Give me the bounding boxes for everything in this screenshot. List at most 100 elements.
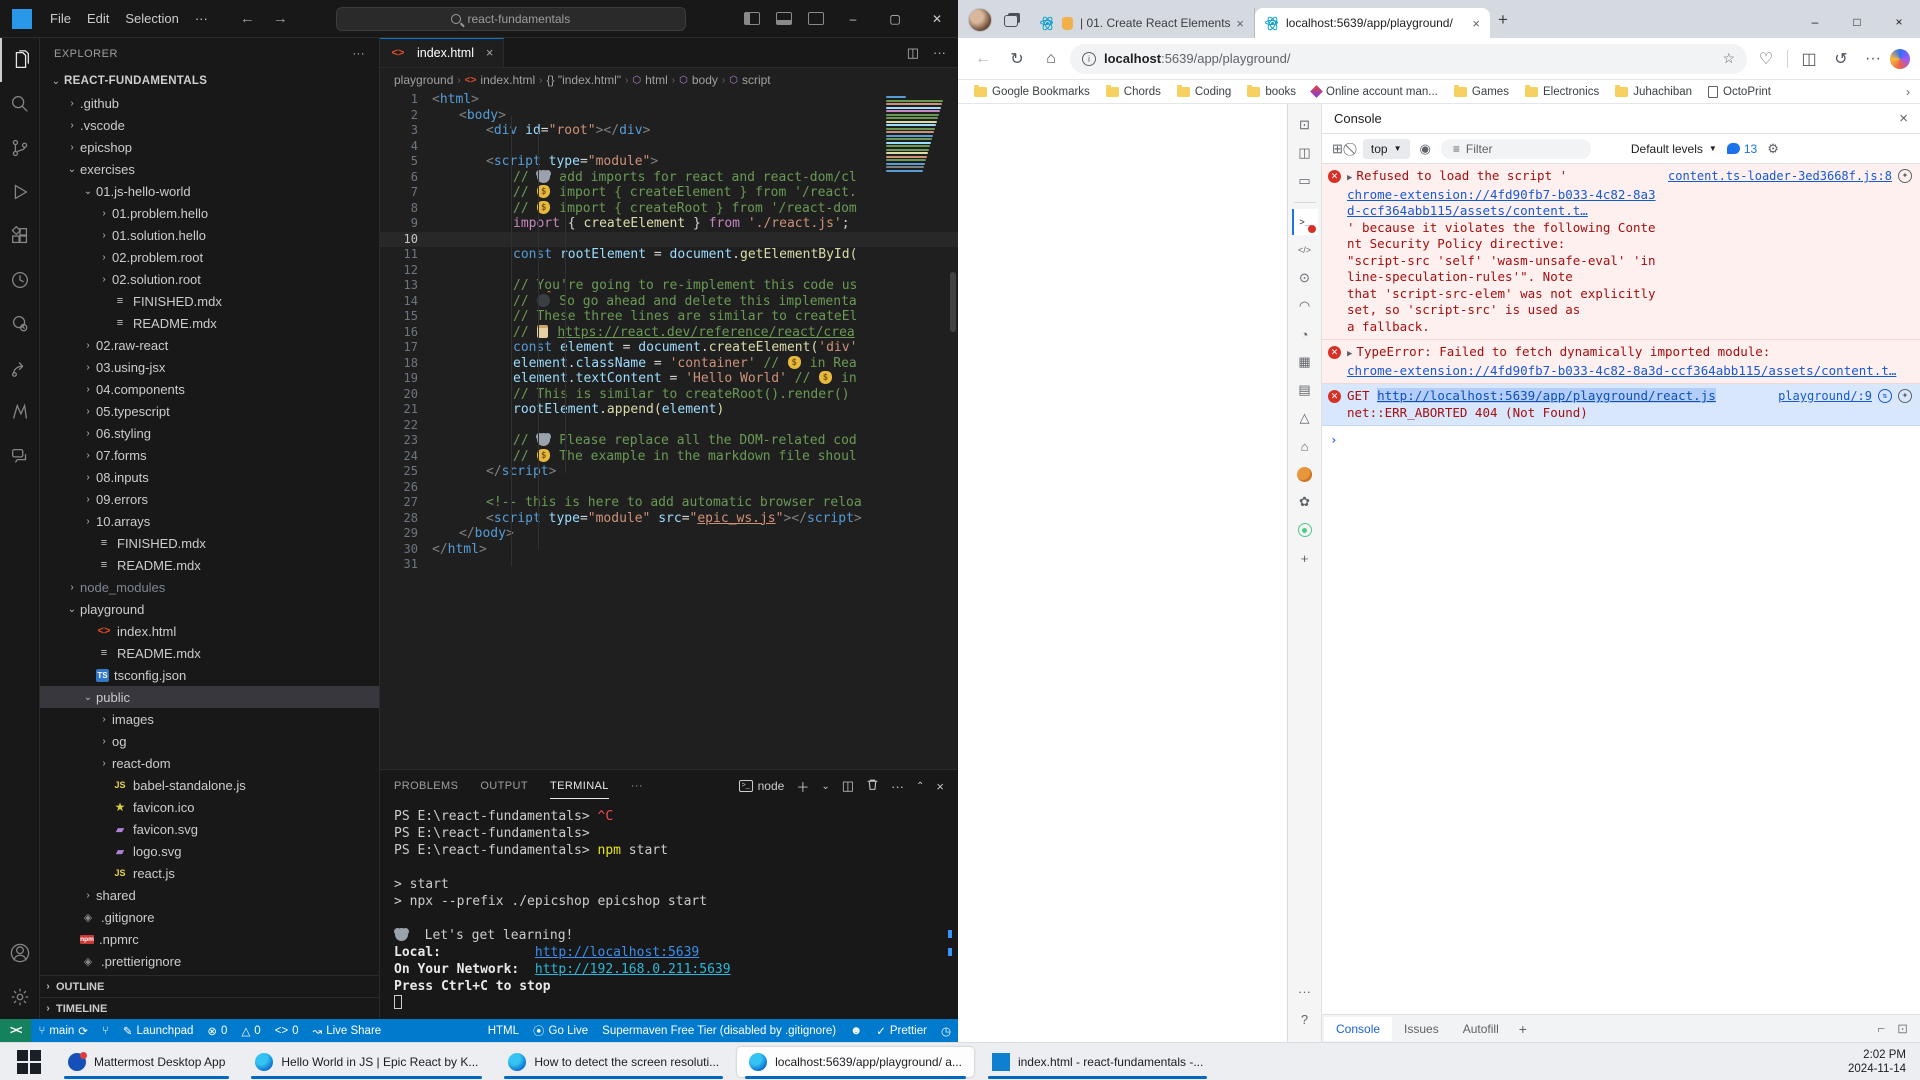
account-icon[interactable] [0, 931, 40, 975]
nav-forward-icon[interactable]: → [273, 10, 288, 27]
tree-file--prettierignore[interactable]: ◈.prettierignore [40, 950, 379, 972]
toggle-panel-icon[interactable] [776, 12, 792, 25]
browser-maximize-button[interactable]: □ [1836, 6, 1878, 38]
message-count[interactable]: 13 [1727, 142, 1757, 156]
devtools-performance-icon[interactable]: ◔ [1292, 321, 1318, 347]
tree-folder-10-arrays[interactable]: ›10.arrays [40, 510, 379, 532]
devtools-debugger-icon[interactable]: ⊙ [1292, 265, 1318, 291]
network-request-icon[interactable]: ⇅ [1878, 389, 1892, 403]
devtools-lighthouse-icon[interactable]: △ [1292, 405, 1318, 431]
tree-folder-09-errors[interactable]: ›09.errors [40, 488, 379, 510]
menu-more[interactable]: ··· [187, 7, 216, 30]
source-link[interactable]: content.ts-loader-3ed3668f.js:8 [1668, 169, 1892, 183]
tree-folder-epicshop[interactable]: ›epicshop [40, 136, 379, 158]
comments-icon[interactable] [0, 434, 40, 478]
browser-refresh-icon[interactable]: ↻ [1002, 44, 1032, 74]
breadcrumb-item-4[interactable]: ⬡html [632, 73, 667, 87]
tree-folder-01-solution-hello[interactable]: ›01.solution.hello [40, 224, 379, 246]
split-editor-icon[interactable]: ◫ [907, 45, 919, 61]
bookmark-games[interactable]: Games [1448, 86, 1515, 98]
tree-file-tsconfig-json[interactable]: TStsconfig.json [40, 664, 379, 686]
start-button[interactable] [16, 1049, 42, 1075]
devtools-inspect-icon[interactable]: ⊡ [1292, 112, 1318, 138]
tree-file-finished-mdx[interactable]: ≡FINISHED.mdx [40, 290, 379, 312]
address-bar[interactable]: i localhost:5639/app/playground/ ☆ [1070, 44, 1747, 74]
vscode-close-button[interactable]: ✕ [916, 0, 958, 38]
section-timeline[interactable]: ›TIMELINE [40, 997, 379, 1019]
breadcrumb[interactable]: playground›<>index.html›{} "index.html"›… [380, 68, 958, 92]
devtools-sources-icon[interactable]: </> [1292, 237, 1318, 263]
breadcrumb-item-5[interactable]: ⬡body [679, 73, 718, 87]
browser-minimize-button[interactable]: – [1794, 6, 1836, 38]
tree-folder-shared[interactable]: ›shared [40, 884, 379, 906]
code-editor[interactable]: 1<html>2<body>3<div id="root"></div>45<s… [380, 92, 958, 769]
taskbar-clock[interactable]: 2:02 PM 2024-11-14 [1848, 1048, 1920, 1076]
source-control-icon[interactable] [0, 126, 40, 170]
live-expression-icon[interactable]: ◉ [1420, 141, 1431, 157]
breadcrumb-item-2[interactable]: <>index.html [465, 73, 535, 87]
tree-file-finished-mdx[interactable]: ≡FINISHED.mdx [40, 532, 379, 554]
extensions-icon[interactable] [0, 214, 40, 258]
console-prompt[interactable]: › [1322, 426, 1920, 453]
testing-icon[interactable] [0, 258, 40, 302]
kill-terminal-icon[interactable] [866, 778, 879, 794]
copilot-icon[interactable] [1890, 49, 1910, 69]
devtools-memory-icon[interactable]: ▦ [1292, 349, 1318, 375]
status-go-live[interactable]: ⦿Go Live [526, 1023, 595, 1039]
devtools-help-icon[interactable]: ? [1292, 1006, 1318, 1032]
tree-file-readme-mdx[interactable]: ≡README.mdx [40, 312, 379, 334]
tree-folder-05-typescript[interactable]: ›05.typescript [40, 400, 379, 422]
source-link[interactable]: playground/:9 [1778, 389, 1872, 403]
devtools-application-icon[interactable]: ▤ [1292, 377, 1318, 403]
tree-folder-public[interactable]: ⌄public [40, 686, 379, 708]
split-terminal-icon[interactable]: ◫ [842, 778, 854, 794]
taskbar-button-4[interactable]: localhost:5639/app/playground/ a... [737, 1047, 974, 1077]
devtools-extension-icon[interactable]: ✿ [1292, 489, 1318, 515]
tree-folder--vscode[interactable]: ›.vscode [40, 114, 379, 136]
tree-folder-01-problem-hello[interactable]: ›01.problem.hello [40, 202, 379, 224]
tree-folder-playground[interactable]: ⌄playground [40, 598, 379, 620]
panel-tab-output[interactable]: OUTPUT [480, 774, 528, 799]
explorer-more-icon[interactable]: ··· [353, 48, 366, 60]
devtools-close-icon[interactable]: × [1899, 110, 1908, 127]
tree-file-logo-svg[interactable]: ▰logo.svg [40, 840, 379, 862]
bookmark-books[interactable]: books [1241, 86, 1302, 98]
browser-essentials-icon[interactable]: ♡ [1751, 44, 1781, 74]
copilot-explain-icon[interactable]: ✦ [1898, 169, 1912, 183]
devtools-console-icon[interactable]: >_ [1292, 209, 1318, 235]
terminal-shell-label[interactable]: >_ node [739, 779, 785, 793]
menu-edit[interactable]: Edit [79, 7, 117, 30]
tree-folder-react-dom[interactable]: ›react-dom [40, 752, 379, 774]
menu-file[interactable]: File [42, 7, 79, 30]
devtools-network-icon[interactable]: ◠ [1292, 293, 1318, 319]
console-message-3[interactable]: ✕GET http://localhost:5639/app/playgroun… [1322, 384, 1920, 426]
console-filter-input[interactable]: ≡ Filter [1441, 139, 1591, 159]
history-icon[interactable]: ↺ [1826, 44, 1856, 74]
tab-close-icon[interactable]: × [1472, 16, 1480, 31]
breadcrumb-item-1[interactable]: playground [394, 73, 453, 87]
split-screen-icon[interactable]: ◫ [1794, 44, 1824, 74]
tree-folder-04-components[interactable]: ›04.components [40, 378, 379, 400]
search-icon[interactable] [0, 82, 40, 126]
webpage-viewport[interactable] [958, 104, 1288, 1042]
status-0[interactable]: △0 [234, 1024, 267, 1038]
panel-more-icon[interactable]: ··· [631, 774, 643, 798]
tree-folder-03-using-jsx[interactable]: ›03.using-jsx [40, 356, 379, 378]
bookmark-electronics[interactable]: Electronics [1519, 86, 1605, 98]
bookmark-online-account-man-[interactable]: Online account man... [1306, 86, 1444, 98]
status-branch2[interactable]: ⑂ [95, 1024, 116, 1038]
browser-tab-2[interactable]: localhost:5639/app/playground/× [1255, 8, 1490, 38]
status-main[interactable]: ⑂main⟳ [31, 1024, 94, 1038]
drawer-tab-autofill[interactable]: Autofill [1451, 1017, 1511, 1041]
context-selector[interactable]: top▼ [1363, 139, 1410, 159]
editor-scrollbar[interactable] [948, 92, 958, 769]
workspaces-icon[interactable] [1004, 15, 1018, 27]
log-levels-dropdown[interactable]: Default levels▼ [1631, 142, 1717, 156]
menu-selection[interactable]: Selection [117, 7, 186, 30]
vscode-maximize-button[interactable]: ▢ [874, 0, 916, 38]
console-message-1[interactable]: ✕▶Refused to load the script 'chrome-ext… [1322, 164, 1920, 340]
panel-tab-terminal[interactable]: TERMINAL [550, 774, 609, 799]
drawer-tab-issues[interactable]: Issues [1392, 1017, 1451, 1041]
close-panel-icon[interactable]: × [936, 779, 944, 794]
bookmark-chords[interactable]: Chords [1100, 86, 1167, 98]
